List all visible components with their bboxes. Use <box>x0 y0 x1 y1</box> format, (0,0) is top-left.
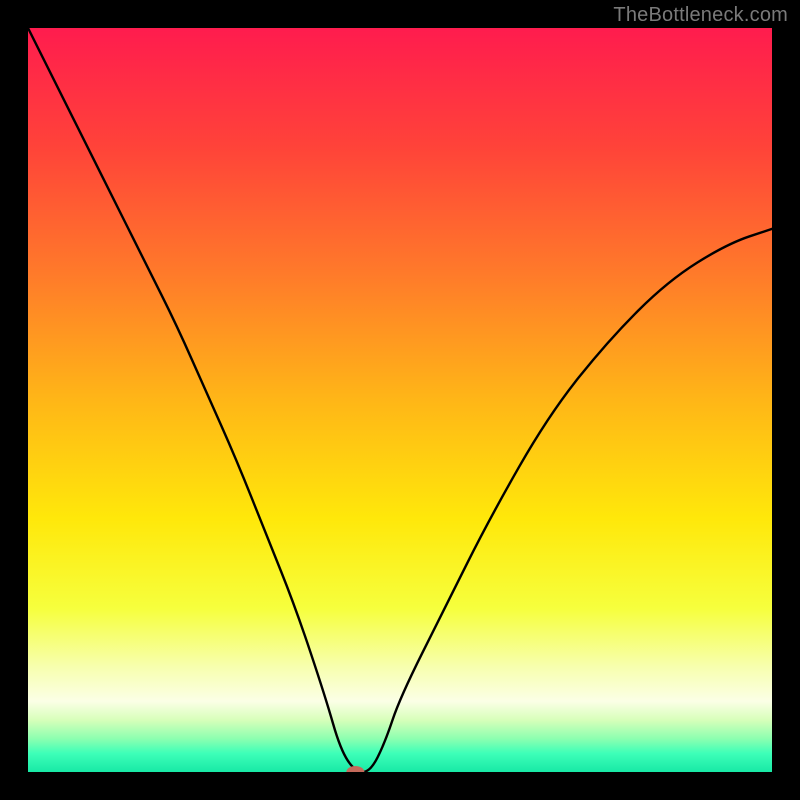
gradient-background <box>28 28 772 772</box>
watermark-text: TheBottleneck.com <box>613 4 788 27</box>
chart-frame: TheBottleneck.com <box>0 0 800 800</box>
plot-area <box>28 28 772 772</box>
plot-svg <box>28 28 772 772</box>
